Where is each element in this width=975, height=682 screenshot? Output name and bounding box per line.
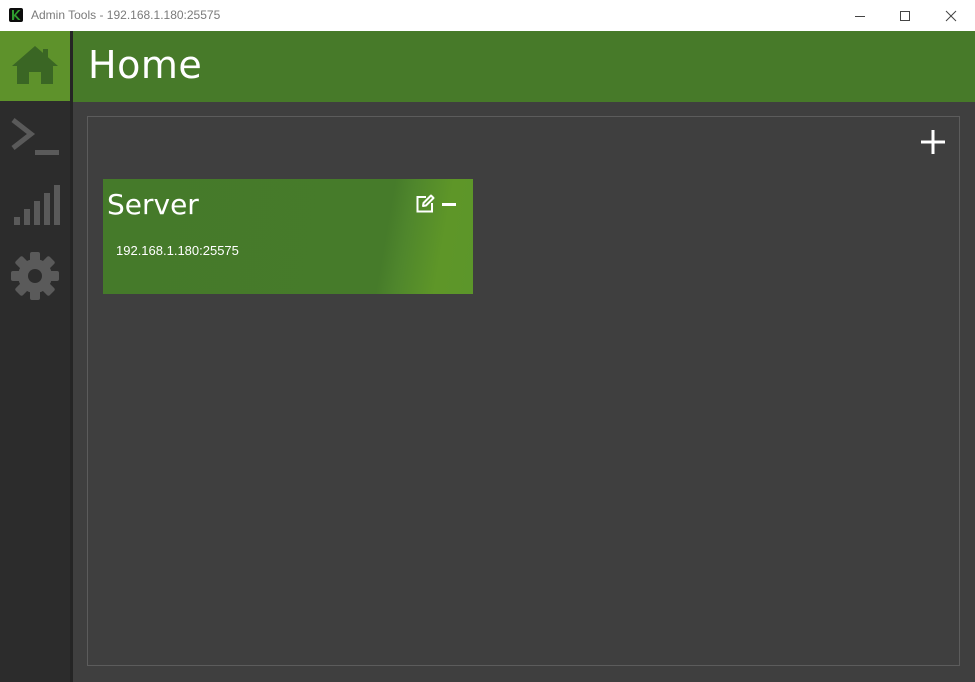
sidebar-item-settings[interactable]	[0, 241, 70, 311]
home-icon	[12, 46, 58, 84]
minimize-button[interactable]	[837, 0, 883, 31]
app-logo-icon	[9, 8, 23, 22]
remove-server-button[interactable]	[439, 193, 459, 215]
page-header: Home	[73, 31, 975, 102]
window-title: Admin Tools - 192.168.1.180:25575	[31, 8, 221, 22]
sidebar	[0, 31, 70, 682]
server-name: Server	[107, 188, 199, 221]
sidebar-item-stats[interactable]	[0, 171, 70, 241]
signal-bars-icon	[14, 185, 60, 225]
sidebar-item-console[interactable]	[0, 101, 70, 171]
add-server-button[interactable]	[920, 129, 946, 155]
terminal-icon	[11, 118, 59, 155]
sidebar-item-home[interactable]	[0, 31, 70, 101]
edit-server-button[interactable]	[414, 193, 436, 215]
page-title: Home	[88, 43, 203, 87]
server-address: 192.168.1.180:25575	[116, 243, 239, 258]
gear-icon	[11, 252, 59, 300]
window-titlebar: Admin Tools - 192.168.1.180:25575	[0, 0, 975, 31]
close-icon	[945, 10, 957, 21]
minus-icon	[442, 203, 456, 206]
maximize-icon	[900, 10, 910, 21]
sidebar-divider	[70, 31, 73, 682]
plus-icon	[921, 130, 945, 154]
server-card[interactable]: Server 192.168.1.180:25575	[103, 179, 473, 294]
maximize-button[interactable]	[882, 0, 928, 31]
edit-icon	[416, 194, 435, 213]
close-button[interactable]	[928, 0, 974, 31]
minimize-icon	[855, 15, 865, 17]
